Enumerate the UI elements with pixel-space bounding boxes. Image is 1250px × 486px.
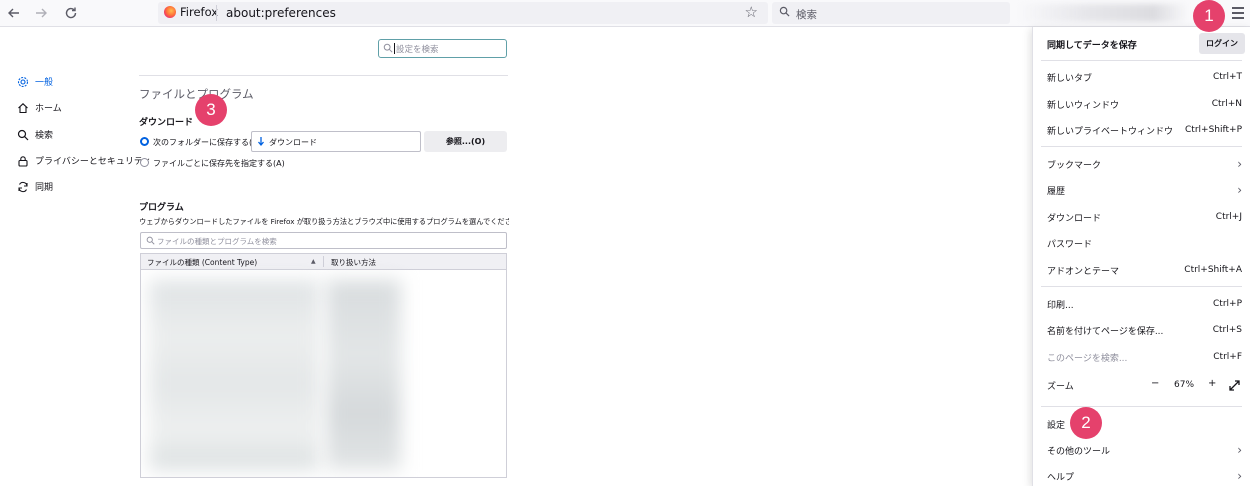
menu-item-save-page[interactable]: 名前を付けてページを保存... Ctrl+S	[1047, 320, 1242, 340]
ask-save-location-radio[interactable]	[140, 158, 149, 167]
menu-item-new-private-window[interactable]: 新しいプライベートウィンドウ Ctrl+Shift+P	[1047, 120, 1242, 140]
login-button[interactable]: ログイン	[1199, 33, 1245, 54]
sidebar-item-label: ホーム	[35, 104, 62, 114]
search-bar[interactable]: 検索	[772, 2, 1010, 24]
chevron-right-icon: ›	[1237, 157, 1242, 171]
download-folder-field[interactable]: ダウンロード	[251, 131, 421, 152]
sidebar-item-label: 一般	[35, 78, 54, 88]
gear-icon	[17, 76, 29, 87]
menu-item-passwords[interactable]: パスワード	[1047, 233, 1242, 253]
arrow-left-icon	[8, 8, 19, 18]
menu-separator	[1041, 60, 1242, 61]
text-caret	[394, 43, 395, 54]
column-header-content-type[interactable]: ファイルの種類 (Content Type)	[147, 257, 257, 268]
sync-title: 同期してデータを保存	[1047, 41, 1137, 51]
table-header: ファイルの種類 (Content Type) ▲ 取り扱い方法	[141, 254, 506, 270]
settings-search-placeholder: 設定を検索	[396, 45, 439, 55]
menu-item-find-in-page[interactable]: このページを検索... Ctrl+F	[1047, 347, 1242, 367]
settings-search-input[interactable]: 設定を検索	[378, 39, 507, 58]
download-folder-name: ダウンロード	[269, 138, 317, 147]
programs-description: ウェブからダウンロードしたファイルを Firefox が取り扱う方法とブラウズ中…	[139, 217, 509, 226]
section-divider	[139, 75, 508, 76]
column-separator	[323, 256, 324, 267]
save-to-folder-label[interactable]: 次のフォルダーに保存する(V)	[153, 137, 261, 148]
sidebar-item-label: 検索	[35, 131, 54, 141]
sidebar-item-label: 同期	[35, 183, 54, 193]
content-types-table[interactable]: ファイルの種類 (Content Type) ▲ 取り扱い方法	[140, 253, 507, 478]
search-icon	[146, 236, 155, 245]
save-to-folder-radio[interactable]	[140, 137, 149, 146]
bookmark-star-icon[interactable]: ☆	[745, 3, 758, 21]
arrow-right-icon	[36, 8, 47, 18]
menu-item-history[interactable]: 履歴 ›	[1047, 180, 1242, 200]
sidebar-item-search[interactable]: 検索	[17, 128, 53, 141]
home-icon	[18, 102, 28, 113]
url-text[interactable]: about:preferences	[226, 6, 336, 20]
menu-separator	[1041, 286, 1242, 287]
forward-button[interactable]	[30, 3, 52, 23]
search-icon	[383, 43, 393, 53]
blurred-table-content	[149, 280, 319, 470]
search-placeholder: 検索	[796, 9, 817, 21]
sidebar-item-sync[interactable]: 同期	[17, 180, 53, 193]
zoom-in-button[interactable]: +	[1208, 378, 1216, 389]
content-type-search-input[interactable]: ファイルの種類とプログラムを検索	[140, 232, 507, 249]
sort-ascending-icon: ▲	[311, 258, 316, 265]
sidebar-item-home[interactable]: ホーム	[17, 101, 62, 114]
menu-item-new-tab[interactable]: 新しいタブ Ctrl+T	[1047, 67, 1242, 87]
column-header-action[interactable]: 取り扱い方法	[331, 257, 376, 268]
menu-item-bookmarks[interactable]: ブックマーク ›	[1047, 154, 1242, 174]
hamburger-icon	[1228, 7, 1248, 19]
back-button[interactable]	[3, 3, 25, 23]
chevron-right-icon: ›	[1237, 443, 1242, 457]
url-bar[interactable]: Firefox about:preferences ☆	[158, 2, 768, 24]
step-badge-3: 3	[195, 94, 227, 126]
menu-item-print[interactable]: 印刷... Ctrl+P	[1047, 294, 1242, 314]
zoom-level[interactable]: 67%	[1174, 380, 1194, 390]
programs-heading: プログラム	[139, 203, 184, 213]
lock-icon	[18, 155, 28, 167]
sidebar-item-privacy[interactable]: プライバシーとセキュリティ	[17, 154, 151, 167]
blurred-table-content	[326, 280, 401, 470]
chevron-right-icon: ›	[1237, 183, 1242, 197]
step-badge-1: 1	[1193, 0, 1225, 32]
menu-item-more-tools[interactable]: その他のツール ›	[1047, 440, 1242, 460]
brand-name: Firefox	[180, 5, 219, 19]
menu-separator	[1041, 406, 1242, 407]
chevron-right-icon: ›	[1237, 469, 1242, 483]
zoom-out-button[interactable]: −	[1151, 378, 1159, 389]
search-icon	[17, 129, 29, 140]
content-type-search-placeholder: ファイルの種類とプログラムを検索	[157, 237, 277, 246]
sidebar-item-general[interactable]: 一般	[17, 75, 53, 88]
sidebar-item-label: プライバシーとセキュリティ	[35, 157, 152, 167]
browser-toolbar: Firefox about:preferences ☆ 検索	[0, 0, 1250, 27]
browse-button[interactable]: 参照...(O)	[424, 131, 507, 152]
identity-box[interactable]: Firefox	[164, 5, 218, 19]
ask-save-location-label[interactable]: ファイルごとに保存先を指定する(A)	[153, 158, 285, 169]
blurred-toolbar-area	[1018, 4, 1188, 22]
url-separator	[216, 5, 217, 21]
firefox-logo-icon	[164, 6, 176, 18]
menu-item-downloads[interactable]: ダウンロード Ctrl+J	[1047, 207, 1242, 227]
app-menu-panel: 同期してデータを保存 ログイン 新しいタブ Ctrl+T 新しいウィンドウ Ctrl…	[1032, 27, 1250, 486]
download-arrow-icon	[258, 137, 264, 147]
menu-item-addons-themes[interactable]: アドオンとテーマ Ctrl+Shift+A	[1047, 260, 1242, 280]
search-icon	[779, 6, 790, 17]
reload-button[interactable]	[60, 3, 82, 23]
menu-item-help[interactable]: ヘルプ ›	[1047, 466, 1242, 486]
menu-item-new-window[interactable]: 新しいウィンドウ Ctrl+N	[1047, 94, 1242, 114]
fullscreen-icon[interactable]	[1229, 380, 1240, 391]
section-title: ファイルとプログラム	[139, 87, 254, 101]
reload-icon	[65, 7, 77, 19]
menu-separator	[1041, 146, 1242, 147]
menu-button[interactable]	[1228, 4, 1248, 22]
step-badge-2: 2	[1070, 407, 1102, 439]
sync-icon	[18, 181, 28, 192]
downloads-heading: ダウンロード	[139, 118, 194, 128]
